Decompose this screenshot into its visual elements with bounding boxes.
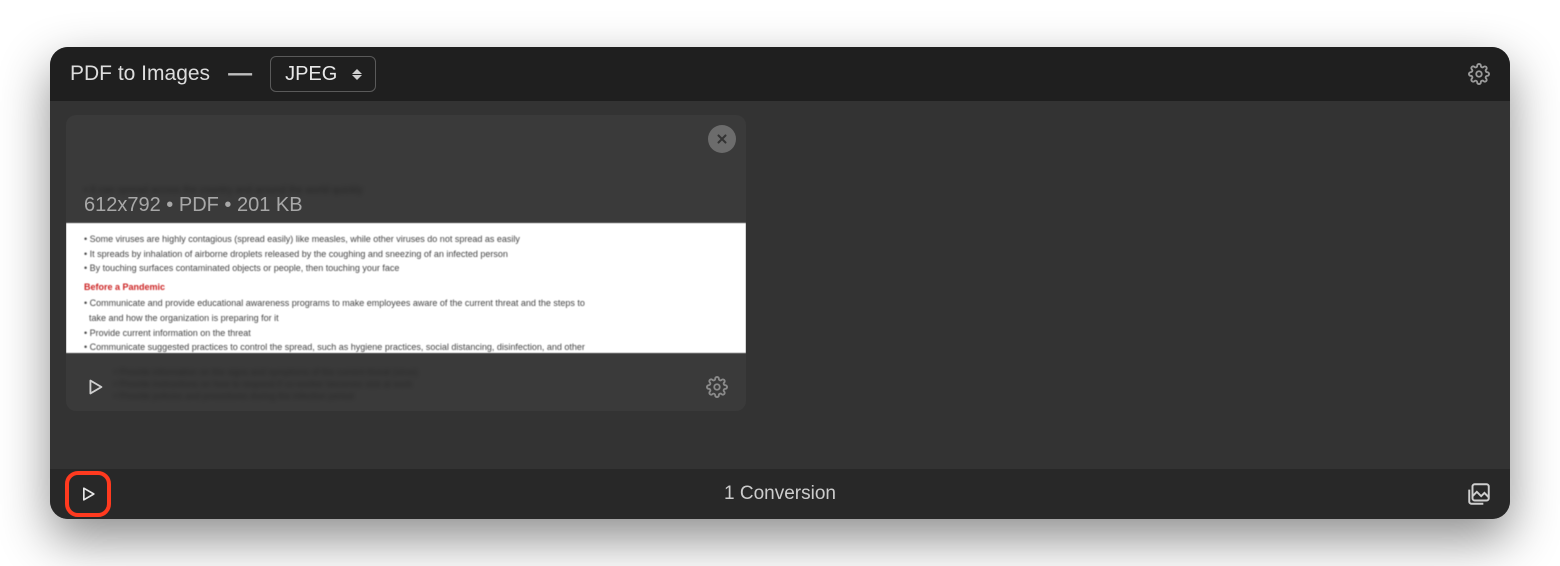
output-images-button[interactable] [1466,481,1492,507]
file-card-header: • It can spread across the country and a… [66,115,746,223]
images-icon [1466,481,1492,507]
play-icon [84,376,106,398]
file-settings-button[interactable] [706,376,728,398]
file-info-line: 612x792 • PDF • 201 KB [84,194,303,217]
app-title: PDF to Images [70,62,210,86]
updown-caret-icon [349,65,365,83]
title-separator: — [228,60,252,88]
remove-file-button[interactable] [708,125,736,153]
app-window: PDF to Images — JPEG • It can spread acr… [50,47,1510,519]
settings-gear-icon[interactable] [1468,63,1490,85]
output-format-select[interactable]: JPEG [270,56,376,92]
file-convert-button[interactable] [84,376,106,398]
close-icon [715,132,729,146]
statusbar: 1 Conversion [50,469,1510,519]
file-card[interactable]: • It can spread across the country and a… [66,115,746,411]
content-area: • It can spread across the country and a… [50,101,1510,469]
file-card-footer [66,363,746,411]
titlebar: PDF to Images — JPEG [50,47,1510,101]
highlight-ring [65,471,111,517]
gear-icon [706,376,728,398]
document-preview: • Some viruses are highly contagious (sp… [66,223,746,353]
format-selected-label: JPEG [285,63,337,86]
conversion-count: 1 Conversion [724,483,836,505]
run-all-button[interactable] [68,474,108,514]
